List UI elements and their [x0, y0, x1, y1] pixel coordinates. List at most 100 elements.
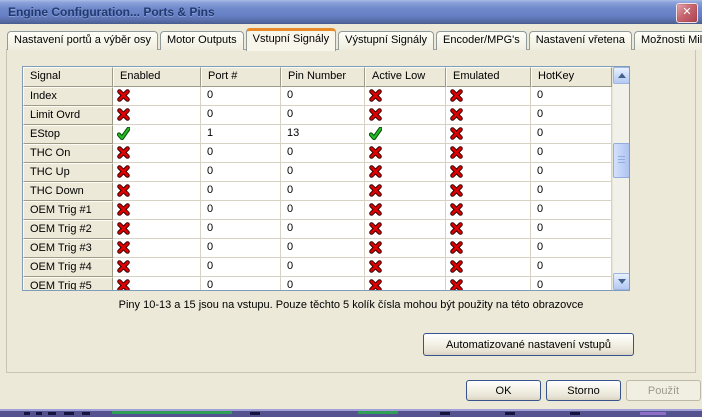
cell-pin[interactable]: 0 [281, 220, 365, 239]
screen: Engine Configuration... Ports & Pins ✕ N… [0, 0, 702, 417]
cell-enabled[interactable] [113, 258, 201, 277]
cell-enabled[interactable] [113, 239, 201, 258]
cell-active_low[interactable] [365, 277, 446, 290]
signals-table: Signal Enabled Port # Pin Number Active Low E… [22, 66, 630, 291]
cell-pin[interactable]: 0 [281, 87, 365, 106]
cell-pin[interactable]: 0 [281, 239, 365, 258]
cell-port[interactable]: 0 [201, 163, 281, 182]
cell-enabled[interactable] [113, 220, 201, 239]
column-header-hotkey: HotKey [531, 67, 612, 87]
cell-emulated[interactable] [446, 125, 531, 144]
tab-motor-outputs[interactable]: Motor Outputs [159, 31, 244, 50]
cell-enabled[interactable] [113, 163, 201, 182]
column-header-signal: Signal [23, 67, 113, 87]
cell-hotkey[interactable]: 0 [531, 106, 612, 125]
close-button[interactable]: ✕ [676, 3, 698, 23]
cell-emulated[interactable] [446, 163, 531, 182]
cell-pin[interactable]: 0 [281, 258, 365, 277]
cell-port[interactable]: 0 [201, 201, 281, 220]
tab-v-stupn-sign-ly[interactable]: Výstupní Signály [338, 31, 435, 50]
cell-hotkey[interactable]: 0 [531, 220, 612, 239]
scrollbar-thumb[interactable] [613, 143, 629, 178]
cell-hotkey[interactable]: 0 [531, 125, 612, 144]
red-cross-icon [369, 108, 382, 121]
scroll-down-button[interactable] [613, 273, 629, 290]
cell-port[interactable]: 0 [201, 220, 281, 239]
cell-active_low[interactable] [365, 163, 446, 182]
cell-port[interactable]: 0 [201, 258, 281, 277]
cell-enabled[interactable] [113, 125, 201, 144]
tab-mo-nosti-mill[interactable]: Možnosti Mill [634, 31, 702, 50]
cell-enabled[interactable] [113, 106, 201, 125]
red-cross-icon [450, 279, 463, 290]
cancel-button[interactable]: Storno [546, 380, 621, 401]
column-header-enabled: Enabled [113, 67, 201, 87]
window-title: Engine Configuration... Ports & Pins [8, 5, 215, 19]
auto-setup-button[interactable]: Automatizované nastavení vstupů [423, 333, 634, 356]
cell-emulated[interactable] [446, 182, 531, 201]
cell-emulated[interactable] [446, 144, 531, 163]
tab-encoder-mpg-s[interactable]: Encoder/MPG's [436, 31, 527, 50]
cell-hotkey[interactable]: 0 [531, 201, 612, 220]
signal-row-label: OEM Trig #2 [23, 220, 113, 239]
cell-hotkey[interactable]: 0 [531, 163, 612, 182]
signal-row-label: THC Up [23, 163, 113, 182]
cell-pin[interactable]: 0 [281, 144, 365, 163]
red-cross-icon [117, 146, 130, 159]
cell-port[interactable]: 0 [201, 182, 281, 201]
cell-enabled[interactable] [113, 87, 201, 106]
cell-active_low[interactable] [365, 125, 446, 144]
cell-pin[interactable]: 0 [281, 201, 365, 220]
cell-pin[interactable]: 13 [281, 125, 365, 144]
cell-enabled[interactable] [113, 277, 201, 290]
green-check-icon [117, 127, 130, 140]
cell-active_low[interactable] [365, 258, 446, 277]
cell-emulated[interactable] [446, 106, 531, 125]
cell-emulated[interactable] [446, 220, 531, 239]
red-cross-icon [117, 108, 130, 121]
cell-active_low[interactable] [365, 144, 446, 163]
cell-active_low[interactable] [365, 201, 446, 220]
cell-active_low[interactable] [365, 87, 446, 106]
cell-emulated[interactable] [446, 87, 531, 106]
red-cross-icon [369, 184, 382, 197]
cell-active_low[interactable] [365, 239, 446, 258]
cell-pin[interactable]: 0 [281, 106, 365, 125]
cell-enabled[interactable] [113, 144, 201, 163]
cell-active_low[interactable] [365, 182, 446, 201]
cell-hotkey[interactable]: 0 [531, 87, 612, 106]
cell-port[interactable]: 1 [201, 125, 281, 144]
cell-hotkey[interactable]: 0 [531, 182, 612, 201]
cell-emulated[interactable] [446, 201, 531, 220]
cell-port[interactable]: 0 [201, 106, 281, 125]
tab-nastaven-v-etena[interactable]: Nastavení vřetena [528, 31, 633, 50]
red-cross-icon [450, 184, 463, 197]
cell-emulated[interactable] [446, 277, 531, 290]
cell-pin[interactable]: 0 [281, 182, 365, 201]
red-cross-icon [369, 165, 382, 178]
signal-row-label: OEM Trig #5 [23, 277, 113, 290]
cell-port[interactable]: 0 [201, 277, 281, 290]
cell-hotkey[interactable]: 0 [531, 144, 612, 163]
cell-port[interactable]: 0 [201, 144, 281, 163]
cell-enabled[interactable] [113, 201, 201, 220]
cell-pin[interactable]: 0 [281, 163, 365, 182]
tab-nastaven-port-a-v-b-r-osy[interactable]: Nastavení portů a výběr osy [7, 31, 158, 50]
cell-hotkey[interactable]: 0 [531, 239, 612, 258]
cell-emulated[interactable] [446, 258, 531, 277]
cell-enabled[interactable] [113, 182, 201, 201]
titlebar[interactable]: Engine Configuration... Ports & Pins ✕ [0, 0, 702, 24]
cell-port[interactable]: 0 [201, 87, 281, 106]
cell-active_low[interactable] [365, 220, 446, 239]
cell-hotkey[interactable]: 0 [531, 258, 612, 277]
cell-port[interactable]: 0 [201, 239, 281, 258]
cell-pin[interactable]: 0 [281, 277, 365, 290]
signal-row-label: THC Down [23, 182, 113, 201]
cell-active_low[interactable] [365, 106, 446, 125]
cell-hotkey[interactable]: 0 [531, 277, 612, 290]
ok-button[interactable]: OK [466, 380, 541, 401]
tab-vstupn-sign-ly[interactable]: Vstupní Signály [245, 28, 337, 51]
scroll-up-button[interactable] [613, 67, 629, 84]
cell-emulated[interactable] [446, 239, 531, 258]
vertical-scrollbar[interactable] [612, 67, 629, 290]
